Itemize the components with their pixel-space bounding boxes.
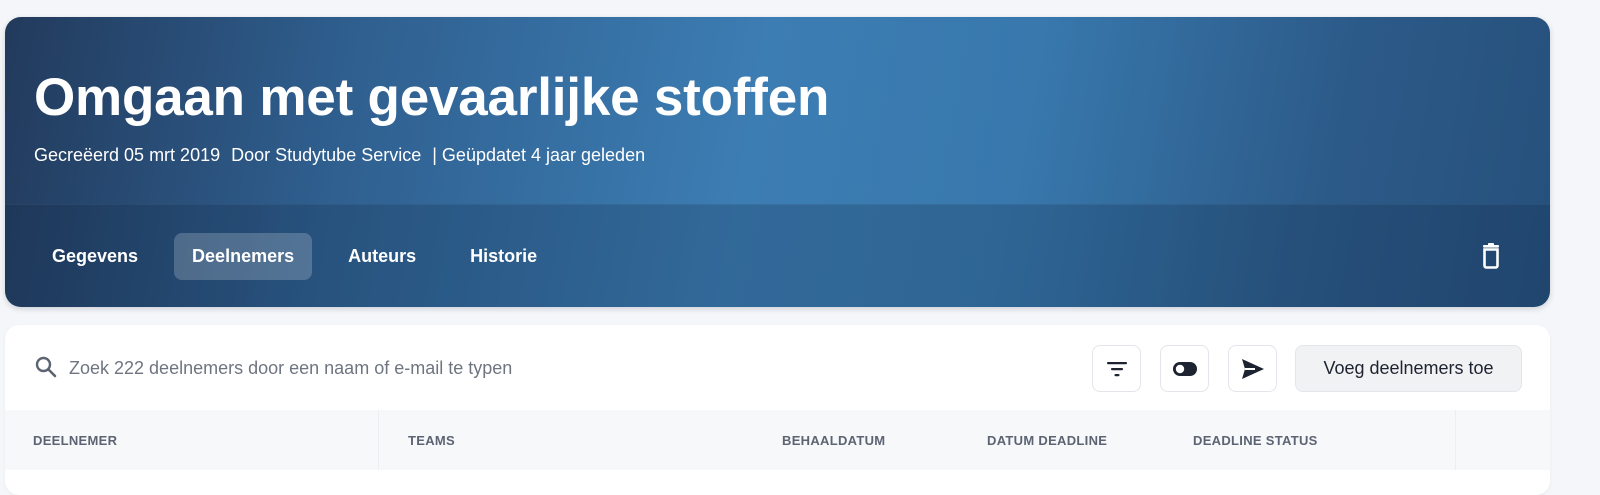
add-participants-button[interactable]: Voeg deelnemers toe [1295, 345, 1522, 392]
column-divider [1455, 410, 1456, 470]
updated-text: | Geüpdatet 4 jaar geleden [432, 145, 646, 165]
table-header: DEELNEMER TEAMS BEHAALDATUM DATUM DEADLI… [5, 410, 1550, 470]
participants-panel: Voeg deelnemers toe DEELNEMER TEAMS BEHA… [5, 325, 1550, 495]
trash-icon [1483, 243, 1499, 269]
toggle-view-button[interactable] [1160, 345, 1209, 392]
page-title: Omgaan met gevaarlijke stoffen [34, 68, 830, 127]
column-header-datum-deadline[interactable]: DATUM DEADLINE [987, 410, 1107, 470]
search-input[interactable] [69, 351, 709, 385]
tab-historie[interactable]: Historie [452, 233, 555, 280]
toggle-icon [1172, 361, 1197, 376]
column-header-behaaldatum[interactable]: BEHAALDATUM [782, 410, 885, 470]
filter-button[interactable] [1092, 345, 1141, 392]
author-text: Door Studytube Service [231, 145, 422, 165]
column-header-deelnemer[interactable]: DEELNEMER [33, 410, 117, 470]
tab-bar: Gegevens Deelnemers Auteurs Historie [5, 204, 1550, 307]
search-icon [35, 356, 57, 378]
send-icon [1241, 358, 1264, 379]
course-header: Omgaan met gevaarlijke stoffen Gecreëerd… [5, 17, 1550, 307]
column-header-teams[interactable]: TEAMS [408, 410, 455, 470]
column-header-deadline-status[interactable]: DEADLINE STATUS [1193, 410, 1318, 470]
course-meta: Gecreëerd 05 mrt 2019 Door Studytube Ser… [34, 145, 651, 166]
tab-deelnemers[interactable]: Deelnemers [174, 233, 313, 280]
filter-icon [1106, 361, 1127, 376]
send-button[interactable] [1228, 345, 1277, 392]
column-divider [378, 410, 379, 470]
created-date: Gecreëerd 05 mrt 2019 [34, 145, 221, 165]
tab-auteurs[interactable]: Auteurs [330, 233, 434, 280]
tab-gegevens[interactable]: Gegevens [34, 233, 156, 280]
tab-list: Gegevens Deelnemers Auteurs Historie [34, 233, 555, 280]
delete-button[interactable] [1480, 243, 1502, 269]
